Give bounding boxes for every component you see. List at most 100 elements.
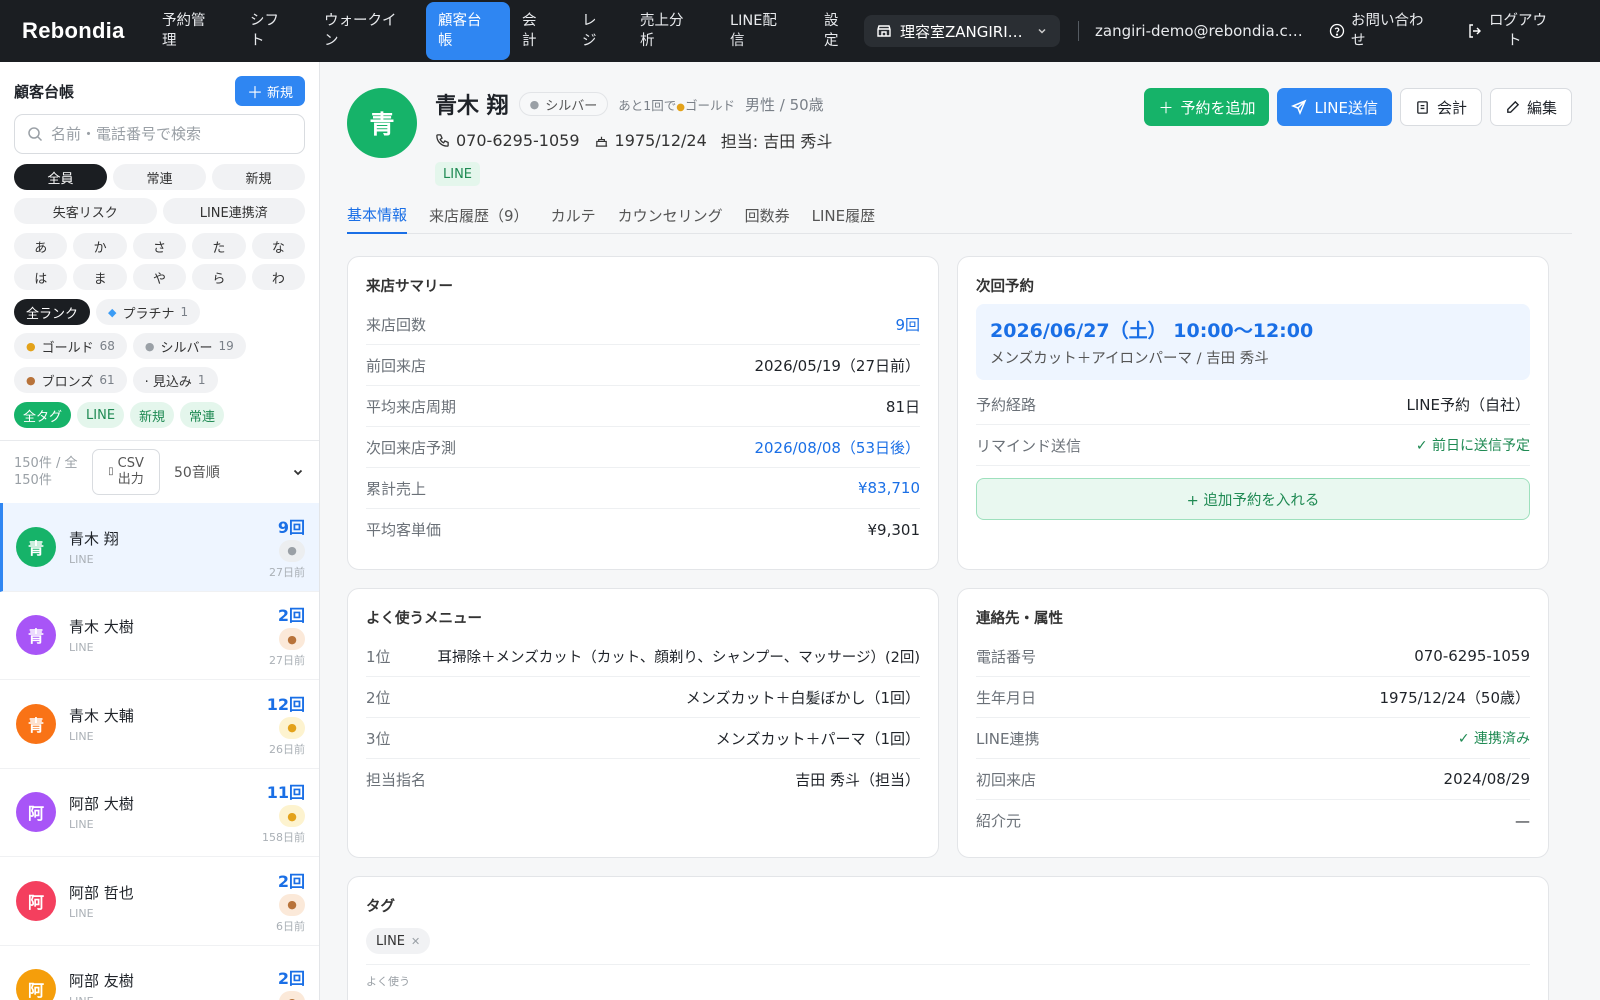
menu-row: 担当指名 吉田 秀斗（担当） [366,771,920,789]
search-input[interactable] [51,125,292,143]
checkout-button[interactable]: 会計 [1399,88,1482,126]
avatar: 青 [16,703,56,744]
bronze-medal-icon: ● [279,991,305,1000]
rank-gold[interactable]: ● ゴールド 68 [14,333,127,359]
customer-row[interactable]: 青 青木 大樹 LINE 2回 ● 27日前 [0,592,319,680]
tab-chart[interactable]: カルテ [551,196,596,234]
bronze-medal-icon: ● [279,628,305,651]
customer-row[interactable]: 阿 阿部 友樹 LINE 2回 ● [0,946,319,1000]
tab-coupon-tickets[interactable]: 回数券 [745,196,790,234]
visit-count: 11回 [266,783,305,803]
rank-silver[interactable]: ● シルバー 19 [132,333,246,359]
reservation-row: 予約経路 LINE予約（自社） [976,384,1530,425]
visit-count: 2回 [277,871,305,891]
summary-row: 累計売上 ¥83,710 [366,468,920,509]
visit-count: 12回 [266,694,305,714]
nav-reservations[interactable]: 予約管理 [150,3,238,59]
customer-row[interactable]: 青 青木 翔 LINE 9回 ● 27日前 [0,503,319,592]
kana-ka[interactable]: か [73,233,127,259]
last-visit-ago: 6日前 [276,919,305,933]
avatar: 青 [16,615,56,656]
gender-age: 男性 / 50歳 [745,95,824,114]
tab-basic-info[interactable]: 基本情報 [347,196,408,234]
nav-line-broadcast[interactable]: LINE配信 [718,3,812,59]
customer-row[interactable]: 阿 阿部 大樹 LINE 11回 ● 158日前 [0,769,319,857]
filter-regular[interactable]: 常連 [113,164,206,190]
csv-export-button[interactable]: ▯ CSV 出力 [92,449,160,495]
add-extra-reservation-button[interactable]: + 追加予約を入れる [976,478,1530,520]
tab-visit-history[interactable]: 来店履歴（9） [429,196,529,234]
customer-row[interactable]: 青 青木 大輔 LINE 12回 ● 26日前 [0,680,319,769]
add-reservation-button[interactable]: ＋予約を追加 [1144,88,1270,126]
diamond-icon: ◆ [108,305,117,319]
customer-source: LINE [69,906,94,920]
kana-a[interactable]: あ [14,233,68,259]
tag-line[interactable]: LINE [77,402,125,428]
next-rank-hint: あと1回で●ゴールド [618,97,735,113]
kana-sa[interactable]: さ [132,233,187,259]
new-customer-button[interactable]: ＋ 新規 [234,76,305,106]
nav-accounting[interactable]: 会計 [510,3,570,59]
next-reservation-box[interactable]: 2026/06/27（土） 10:00〜12:00 メンズカット＋アイロンパーマ… [976,304,1530,380]
close-icon[interactable]: ✕ [411,935,420,948]
summary-row: 平均客単価 ¥9,301 [366,520,920,540]
rank-prospect[interactable]: · 見込み 1 [132,367,218,393]
nav-sales-analysis[interactable]: 売上分析 [628,3,718,59]
filter-new[interactable]: 新規 [212,164,305,190]
bronze-medal-icon: ● [279,893,305,916]
nav-shifts[interactable]: シフト [238,3,312,59]
customer-name: 青木 大樹 [69,618,134,637]
nav-settings[interactable]: 設定 [812,3,852,59]
logout-icon [1469,24,1481,38]
avatar: 阿 [16,880,56,921]
card-title: 連絡先・属性 [976,611,1063,627]
line-tag: LINE [435,162,481,186]
customer-row[interactable]: 阿 阿部 哲也 LINE 2回 ● 6日前 [0,857,319,946]
contact-link[interactable]: お問い合わせ [1329,11,1439,51]
kana-ya[interactable]: や [132,264,187,290]
kana-wa[interactable]: わ [251,264,306,290]
cake-icon [595,136,607,147]
filter-churn-risk[interactable]: 失客リスク [14,198,157,224]
edit-button[interactable]: 編集 [1489,88,1572,126]
rank-badge: ● シルバー [518,92,609,116]
tag-new[interactable]: 新規 [130,402,175,428]
tag-all[interactable]: 全タグ [14,402,72,428]
kana-ta[interactable]: た [192,233,246,259]
logout-link[interactable]: ログアウト [1467,11,1553,51]
tab-line-history[interactable]: LINE履歴 [812,196,875,234]
menu-row: 2位 メンズカット＋白髪ぼかし（1回） [366,677,920,718]
nav-register[interactable]: レジ [570,3,628,59]
customer-search[interactable] [14,114,305,154]
file-icon: ▯ [108,466,114,477]
rank-bronze[interactable]: ● ブロンズ 61 [14,367,127,393]
kana-ha[interactable]: は [14,264,68,290]
kana-na[interactable]: な [251,233,306,259]
phone-info: 070-6295-1059 [435,131,580,150]
contact-row: 初回来店 2024/08/29 [976,759,1530,800]
frequent-tags-label: よく使う [366,975,410,988]
rank-platinum[interactable]: ◆ プラチナ 1 [96,299,201,325]
customer-sidebar: 顧客台帳 ＋ 新規 全員 常連 新規 失客リスク LINE連携済 あ か さ た… [0,62,320,1000]
card-title: タグ [366,899,395,915]
kana-ra[interactable]: ら [192,264,246,290]
filter-all[interactable]: 全員 [14,164,107,190]
next-reservation-datetime: 2026/06/27（土） 10:00〜12:00 [990,320,1314,342]
filter-line-linked[interactable]: LINE連携済 [162,198,305,224]
tab-counseling[interactable]: カウンセリング [618,196,723,234]
store-select[interactable]: 理容室ZANGIRI（デモ） [864,15,1060,47]
kana-ma[interactable]: ま [73,264,127,290]
nav-walkin[interactable]: ウォークイン [312,3,426,59]
brand-logo[interactable]: Rebondia [22,18,150,44]
sidebar-title: 顧客台帳 [14,82,75,101]
sort-select[interactable]: 50音順 [170,462,305,482]
nav-customers[interactable]: 顧客台帳 [426,2,510,60]
customer-source: LINE [69,995,278,1000]
customer-detail: 青 青木 翔 ● シルバー あと1回で●ゴールド 男性 / 50歳 070-62… [320,62,1600,1000]
tag-regular[interactable]: 常連 [180,402,225,428]
store-icon [877,25,891,37]
rank-all[interactable]: 全ランク [14,299,91,325]
card-title: よく使うメニュー [366,611,482,627]
line-send-button[interactable]: LINE送信 [1277,88,1392,126]
last-visit-ago: 27日前 [269,565,305,579]
